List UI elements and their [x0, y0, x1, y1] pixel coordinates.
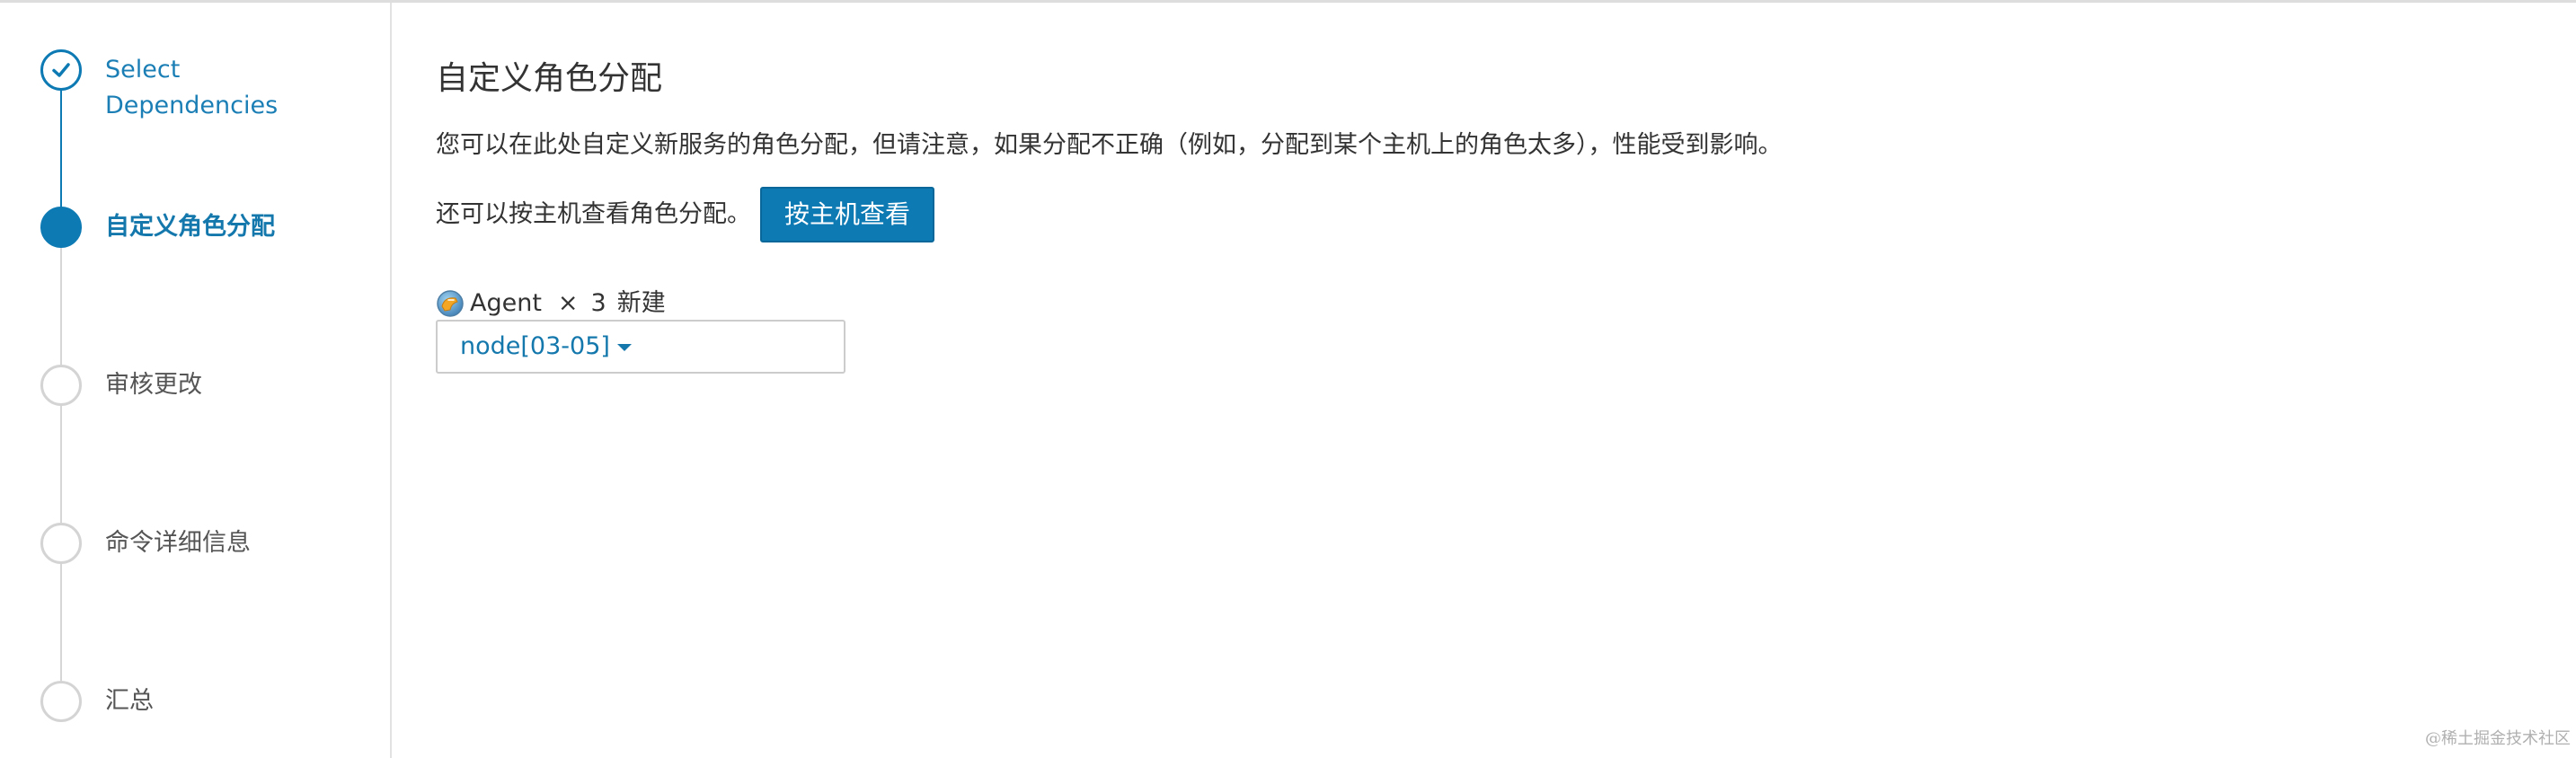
step-label: 自定义角色分配 [105, 213, 275, 241]
role-count: 3 [590, 288, 606, 317]
step-completed-check-icon [40, 49, 82, 91]
agent-role-icon [436, 289, 465, 318]
host-selector-value: node[03-05] [460, 332, 610, 360]
step-pending-icon [40, 681, 82, 722]
step-label: 汇总 [105, 687, 154, 715]
step-label: Select Dependencies [105, 56, 279, 119]
page-description: 您可以在此处自定义新服务的角色分配，但请注意，如果分配不正确（例如，分配到某个主… [436, 131, 1783, 159]
page-title: 自定义角色分配 [436, 60, 663, 97]
step-pending-icon [40, 523, 82, 564]
step-label: 审核更改 [105, 371, 202, 399]
role-times-symbol: × [557, 288, 579, 317]
step-current-icon [40, 207, 82, 248]
role-name: Agent [470, 288, 542, 317]
wizard-sidebar: Select Dependencies 自定义角色分配 审核更改 命令详细信息 … [0, 3, 392, 758]
view-by-host-text: 还可以按主机查看角色分配。 [436, 200, 751, 228]
step-pending-icon [40, 365, 82, 406]
view-by-host-row: 还可以按主机查看角色分配。 按主机查看 [436, 187, 935, 242]
view-by-host-button[interactable]: 按主机查看 [760, 187, 935, 242]
agent-host-selector[interactable]: node[03-05] [436, 320, 845, 374]
role-header-agent: Agent × 3 新建 [436, 285, 666, 321]
caret-down-icon [616, 343, 632, 351]
step-label: 命令详细信息 [105, 529, 251, 557]
watermark: @稀土掘金技术社区 [2425, 729, 2571, 748]
host-selector-value-row: node[03-05] [460, 322, 632, 372]
wizard-track-pending [60, 229, 62, 709]
role-status: 新建 [616, 288, 666, 317]
page: Select Dependencies 自定义角色分配 审核更改 命令详细信息 … [0, 0, 2576, 758]
